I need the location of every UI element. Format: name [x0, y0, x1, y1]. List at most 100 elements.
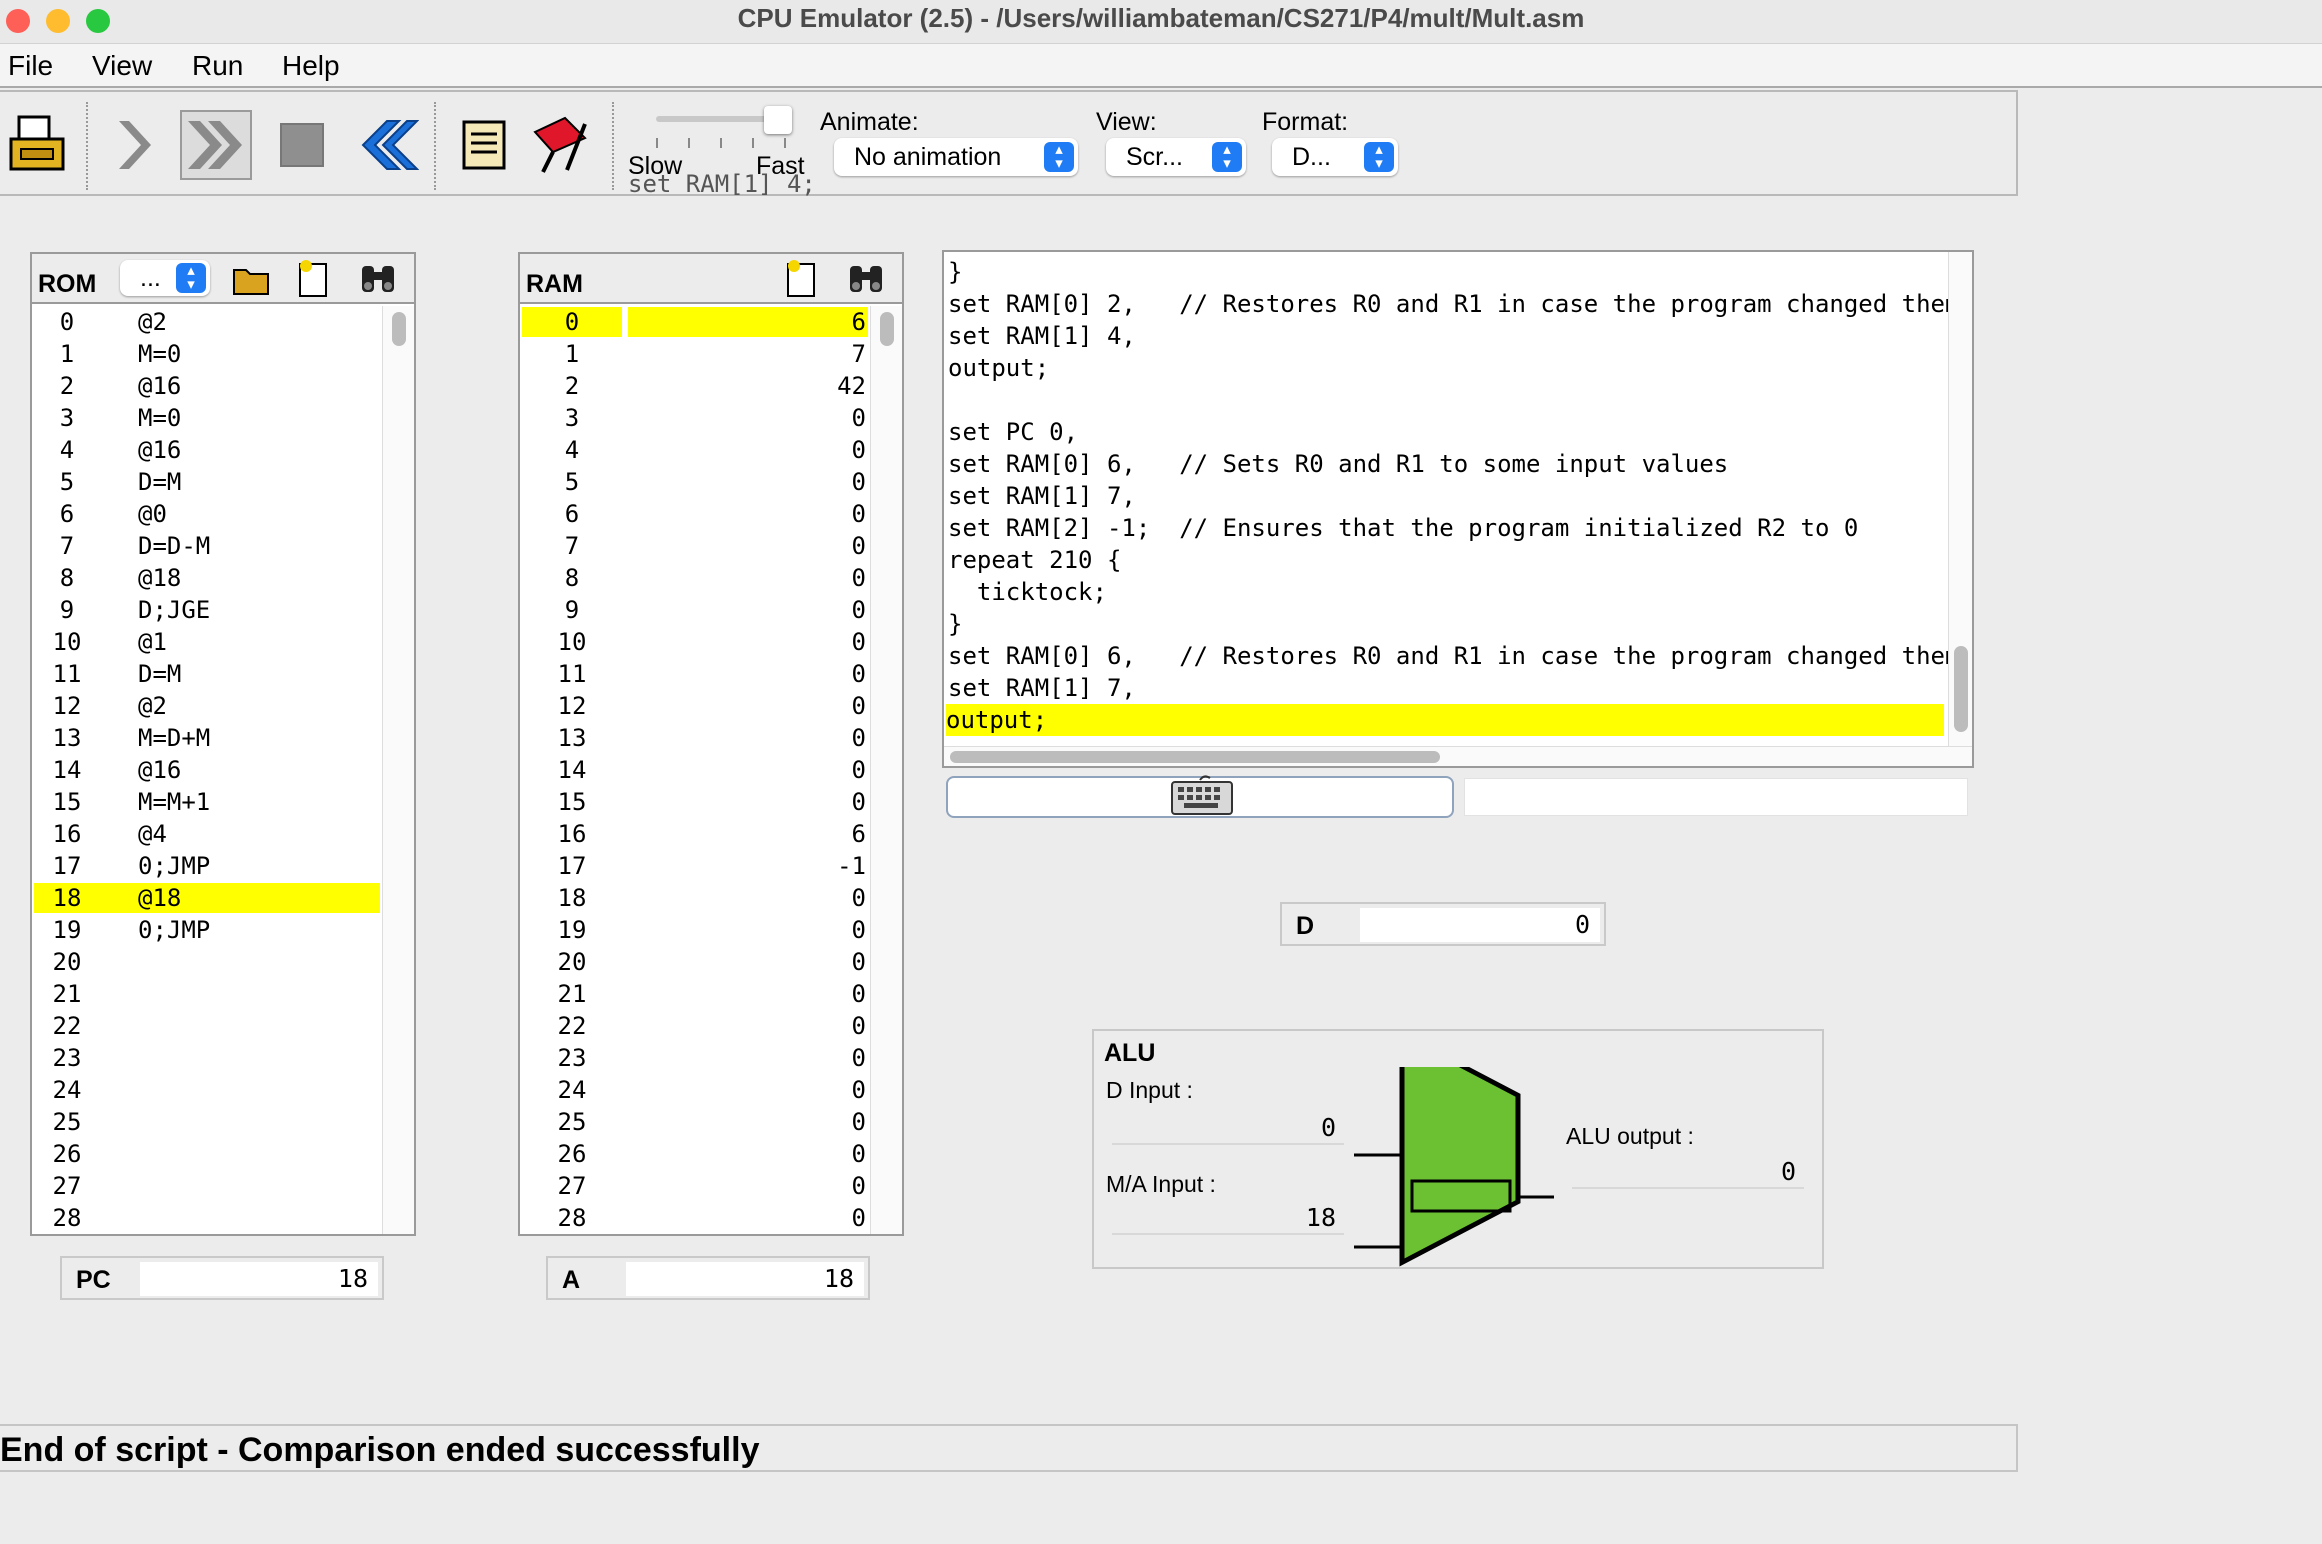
ram-row[interactable]: 11 0	[520, 658, 902, 690]
rom-table[interactable]: 0 @2 1 M=0 2 @16 3 M=0 4 @16 5 D=M 6 @0 7 D=D-M 8 @18 9 D;J…	[32, 306, 414, 1234]
ram-row[interactable]: 90	[520, 594, 902, 626]
rom-value[interactable]: @16	[138, 754, 338, 786]
ram-row[interactable]: 40	[520, 434, 902, 466]
ram-row[interactable]: 16 6	[520, 818, 902, 850]
ram-row[interactable]: 19 0	[520, 914, 902, 946]
ram-row[interactable]: 06	[520, 306, 902, 338]
view-select[interactable]: Scr... ▴ ▾	[1106, 138, 1246, 176]
rom-value[interactable]: @2	[138, 306, 338, 338]
menu-run[interactable]: Run	[192, 48, 243, 84]
rom-value[interactable]: @1	[138, 626, 338, 658]
ram-value[interactable]: 0	[626, 978, 866, 1010]
ram-value[interactable]: 0	[626, 946, 866, 978]
rom-row[interactable]: 11 D=M	[32, 658, 414, 690]
ram-value[interactable]: 0	[626, 434, 866, 466]
ram-row[interactable]: 10 0	[520, 626, 902, 658]
ram-value[interactable]: 7	[626, 338, 866, 370]
ram-value[interactable]: 0	[626, 754, 866, 786]
ram-row[interactable]: 18 0	[520, 882, 902, 914]
rom-row[interactable]: 27	[32, 1170, 414, 1202]
ram-value[interactable]: 6	[626, 306, 866, 338]
rom-value[interactable]: D=D-M	[138, 530, 338, 562]
ram-value[interactable]: 0	[626, 562, 866, 594]
animate-select[interactable]: No animation ▴ ▾	[834, 138, 1078, 176]
rom-row[interactable]: 2 @16	[32, 370, 414, 402]
rom-value[interactable]: @4	[138, 818, 338, 850]
ram-value[interactable]: 0	[626, 722, 866, 754]
rom-value[interactable]: @16	[138, 370, 338, 402]
ram-value[interactable]: 0	[626, 498, 866, 530]
ram-value[interactable]: 0	[626, 786, 866, 818]
rom-value[interactable]: M=D+M	[138, 722, 338, 754]
clear-icon[interactable]	[296, 258, 332, 298]
rom-row[interactable]: 19 0;JMP	[32, 914, 414, 946]
rom-value[interactable]: @16	[138, 434, 338, 466]
rom-scroll-thumb[interactable]	[392, 312, 406, 346]
rom-value[interactable]: 0;JMP	[138, 914, 338, 946]
reset-button[interactable]	[350, 110, 422, 180]
rom-row[interactable]: 14 @16	[32, 754, 414, 786]
ram-value[interactable]: 0	[626, 1202, 866, 1234]
speed-slider[interactable]	[650, 104, 800, 154]
ram-value[interactable]: 0	[626, 626, 866, 658]
ram-row[interactable]: 23 0	[520, 1042, 902, 1074]
rom-row[interactable]: 18 @18	[32, 882, 414, 914]
fast-forward-button[interactable]	[180, 110, 252, 180]
single-step-button[interactable]	[98, 110, 170, 180]
rom-value[interactable]: M=0	[138, 338, 338, 370]
ram-scrollbar[interactable]	[870, 306, 902, 1234]
format-select[interactable]: D... ▴ ▾	[1272, 138, 1398, 176]
ram-value[interactable]: 0	[626, 1170, 866, 1202]
find-icon[interactable]	[846, 260, 886, 296]
rom-row[interactable]: 4 @16	[32, 434, 414, 466]
d-value[interactable]: 0	[1360, 908, 1600, 942]
ram-value[interactable]: 0	[626, 914, 866, 946]
ram-row[interactable]: 28 0	[520, 1202, 902, 1234]
ram-row[interactable]: 60	[520, 498, 902, 530]
ram-value[interactable]: 0	[626, 594, 866, 626]
ram-row[interactable]: 22 0	[520, 1010, 902, 1042]
load-program-button[interactable]	[2, 110, 74, 180]
script-hscrollbar[interactable]	[944, 746, 1972, 766]
ram-row[interactable]: 21 0	[520, 978, 902, 1010]
rom-row[interactable]: 26	[32, 1138, 414, 1170]
rom-row[interactable]: 12 @2	[32, 690, 414, 722]
rom-value[interactable]: @0	[138, 498, 338, 530]
ram-value[interactable]: -1	[626, 850, 866, 882]
find-icon[interactable]	[358, 260, 398, 296]
rom-row[interactable]: 8 @18	[32, 562, 414, 594]
ram-value[interactable]: 0	[626, 1010, 866, 1042]
menu-help[interactable]: Help	[282, 48, 340, 84]
rom-value[interactable]: 0;JMP	[138, 850, 338, 882]
rom-row[interactable]: 1 M=0	[32, 338, 414, 370]
ram-table[interactable]: 0 6 1 7 2 42 3 0 4 0 5 0 6 0 7 0 8 0 9 0 10 0 11 0 12 0 13 0 14 0 15 0 1…	[520, 306, 902, 1234]
ram-row[interactable]: 17	[520, 338, 902, 370]
ram-row[interactable]: 50	[520, 466, 902, 498]
rom-value[interactable]: @18	[138, 882, 338, 914]
menu-file[interactable]: File	[8, 48, 53, 84]
rom-row[interactable]: 16 @4	[32, 818, 414, 850]
rom-scrollbar[interactable]	[382, 306, 414, 1234]
ram-row[interactable]: 80	[520, 562, 902, 594]
ram-value[interactable]: 42	[626, 370, 866, 402]
script-hscroll-thumb[interactable]	[950, 751, 1440, 763]
ram-row[interactable]: 24 0	[520, 1074, 902, 1106]
script-panel[interactable]: } set RAM[0] 2, // Restores R0 and R1 in …	[942, 250, 1974, 768]
ram-row[interactable]: 27 0	[520, 1170, 902, 1202]
rom-row[interactable]: 23	[32, 1042, 414, 1074]
ram-scroll-thumb[interactable]	[880, 312, 894, 346]
ram-value[interactable]: 0	[626, 690, 866, 722]
rom-row[interactable]: 5 D=M	[32, 466, 414, 498]
pc-value[interactable]: 18	[140, 1262, 378, 1296]
rom-value[interactable]: @18	[138, 562, 338, 594]
ram-value[interactable]: 0	[626, 1106, 866, 1138]
clear-icon[interactable]	[784, 258, 820, 298]
ram-value[interactable]: 0	[626, 530, 866, 562]
script-button[interactable]	[448, 110, 520, 180]
rom-value[interactable]: M=M+1	[138, 786, 338, 818]
rom-row[interactable]: 10 @1	[32, 626, 414, 658]
ram-row[interactable]: 20 0	[520, 946, 902, 978]
script-vscrollbar[interactable]	[1948, 252, 1972, 746]
ram-row[interactable]: 70	[520, 530, 902, 562]
rom-format-select[interactable]: ... ▴ ▾	[120, 260, 210, 296]
